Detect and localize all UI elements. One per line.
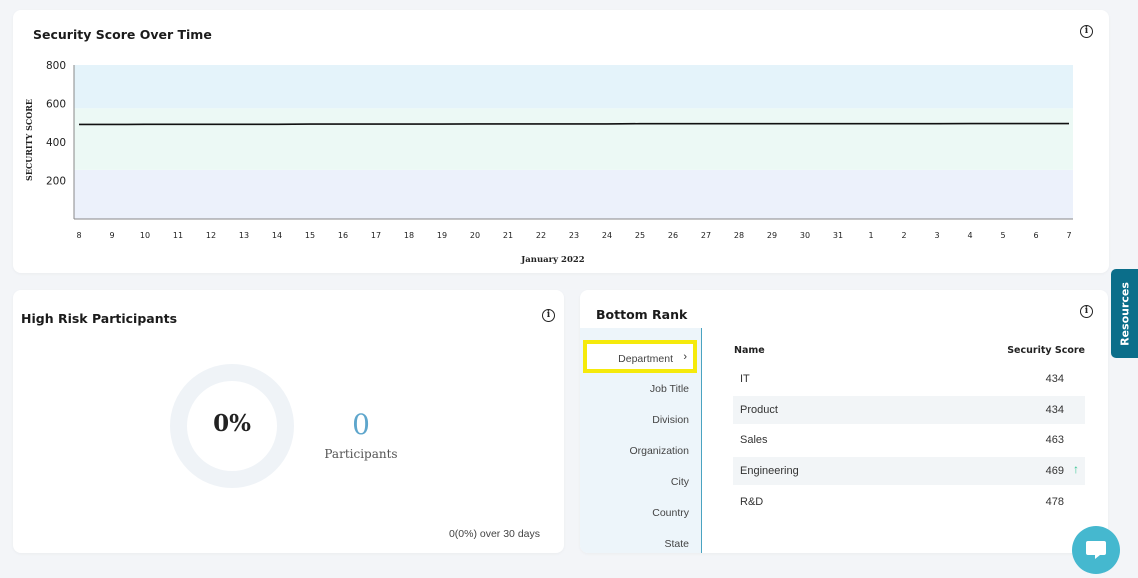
arrow-up-icon: ↑: [1073, 462, 1079, 476]
tab-division[interactable]: Division: [652, 414, 689, 426]
tab-department[interactable]: Department ›: [583, 340, 697, 373]
tab-organization[interactable]: Organization: [629, 445, 689, 457]
x-tick-label: 20: [470, 231, 480, 240]
x-tick-label: 8: [76, 231, 81, 240]
x-tick-label: 23: [569, 231, 579, 240]
bottom-rank-title: Bottom Rank: [596, 307, 688, 322]
rank-category-tabs: Department › Job Title Division Organiza…: [580, 328, 702, 553]
tab-city[interactable]: City: [671, 476, 689, 488]
row-score: 478: [1045, 496, 1064, 508]
tab-label: Department: [618, 353, 673, 365]
security-score-card: Security Score Over Time i 200 400 600 800 8…: [13, 10, 1109, 273]
x-tick-label: 15: [305, 231, 315, 240]
info-icon[interactable]: i: [542, 309, 555, 322]
y-tick-label: 800: [46, 60, 66, 72]
x-tick-label: 22: [536, 231, 546, 240]
y-tick-label: 200: [46, 176, 66, 188]
column-header-score[interactable]: Security Score: [1007, 345, 1085, 356]
y-tick-label: 400: [46, 137, 66, 149]
row-name: Engineering: [740, 465, 799, 477]
security-score-line: [79, 122, 1069, 126]
score-band-1: [74, 108, 1073, 170]
risk-footer: 0(0%) over 30 days: [448, 528, 540, 540]
tab-job-title[interactable]: Job Title: [650, 383, 689, 395]
x-tick-label: 5: [1000, 231, 1005, 240]
resources-tab[interactable]: Resources: [1111, 269, 1138, 358]
table-row[interactable]: Product 434: [733, 396, 1085, 424]
participant-label: Participants: [324, 447, 398, 461]
x-tick-label: 16: [338, 231, 348, 240]
row-score: 463: [1045, 434, 1064, 446]
table-row[interactable]: Sales 463: [733, 426, 1085, 454]
x-tick-label: 19: [437, 231, 447, 240]
chat-button[interactable]: [1072, 526, 1120, 574]
chevron-right-icon: ›: [683, 351, 687, 363]
x-tick-label: 3: [934, 231, 939, 240]
x-tick-label: 27: [701, 231, 711, 240]
row-score: 434: [1045, 373, 1064, 385]
x-tick-label: 11: [173, 231, 183, 240]
risk-percent: 0%: [213, 410, 251, 437]
row-score: 469: [1045, 465, 1064, 477]
x-tick-label: 29: [767, 231, 777, 240]
x-tick-label: 28: [734, 231, 744, 240]
row-score: 434: [1045, 404, 1064, 416]
high-risk-title: High Risk Participants: [21, 311, 178, 326]
x-tick-label: 14: [272, 231, 282, 240]
table-row[interactable]: R&D 478: [733, 488, 1085, 516]
info-icon[interactable]: i: [1080, 305, 1093, 318]
row-name: IT: [740, 373, 750, 385]
x-tick-label: 24: [602, 231, 612, 240]
x-tick-label: 25: [635, 231, 645, 240]
tab-state[interactable]: State: [664, 538, 689, 550]
table-row[interactable]: Engineering 469 ↑: [733, 457, 1085, 485]
security-score-chart: 2004006008008 9 10 11 12 13 14 15 16 17 18 19 20 21 22…: [24, 60, 1073, 265]
bottom-rank-card: Bottom Rank i Department › Job Title Div…: [580, 290, 1108, 553]
x-tick-label: 6: [1033, 231, 1038, 240]
x-tick-label: 10: [140, 231, 150, 240]
x-tick-label: 18: [404, 231, 414, 240]
participant-count: 0: [352, 408, 370, 441]
chat-bubble-icon: [1086, 541, 1106, 559]
y-axis-label: SECURITY SCORE: [24, 99, 34, 181]
x-tick-label: 26: [668, 231, 678, 240]
x-tick-label: 31: [833, 231, 843, 240]
tab-country[interactable]: Country: [652, 507, 689, 519]
y-tick-label: 600: [46, 99, 66, 111]
score-band-2: [74, 65, 1073, 109]
column-header-name[interactable]: Name: [734, 345, 765, 356]
x-tick-label: 30: [800, 231, 810, 240]
high-risk-card: High Risk Participants i 0% 0 Participan…: [13, 290, 564, 553]
x-tick-label: 7: [1066, 231, 1071, 240]
x-tick-label: 21: [503, 231, 513, 240]
x-tick-label: 12: [206, 231, 216, 240]
x-tick-label: 1: [868, 231, 873, 240]
x-tick-label: 2: [901, 231, 906, 240]
table-row[interactable]: IT 434: [733, 365, 1085, 393]
x-tick-label: 17: [371, 231, 381, 240]
x-tick-label: 9: [109, 231, 114, 240]
row-name: R&D: [740, 496, 764, 508]
x-axis-label: January 2022: [520, 255, 585, 265]
row-name: Product: [740, 404, 778, 416]
resources-label: Resources: [1118, 281, 1131, 346]
row-name: Sales: [740, 434, 768, 446]
score-band-0: [74, 169, 1073, 219]
x-tick-label: 13: [239, 231, 249, 240]
x-tick-label: 4: [967, 231, 972, 240]
